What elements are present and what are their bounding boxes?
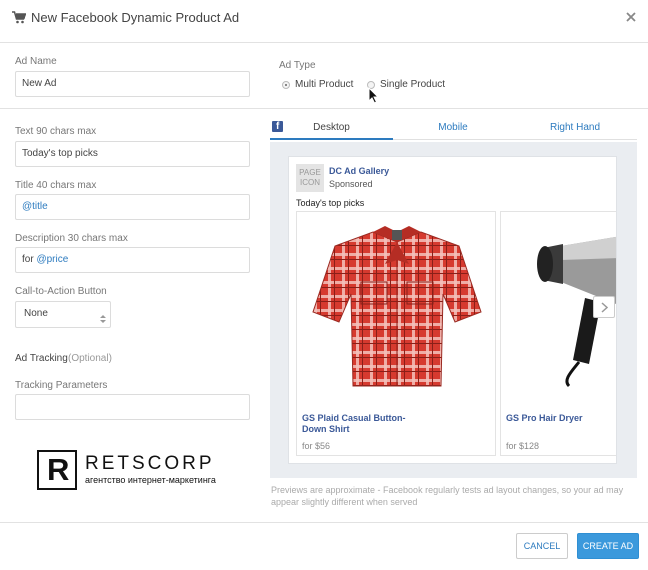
tab-mobile-label: Mobile [438, 122, 468, 133]
ad-tracking-heading: Ad Tracking [15, 353, 68, 364]
ad-name-input[interactable]: New Ad [15, 71, 250, 97]
description-input[interactable]: for @price [15, 247, 250, 273]
ad-tracking-optional: (Optional) [68, 353, 112, 364]
text-input[interactable]: Today's top picks [15, 141, 250, 167]
ad-type-label: Ad Type [279, 60, 316, 71]
product-card[interactable]: GS Plaid Casual Button-Down Shirt for $5… [296, 211, 496, 456]
description-label: Description 30 chars max [15, 233, 128, 244]
price-token: @price [36, 254, 69, 265]
retscorp-logo-mark: R [47, 452, 70, 487]
shopping-cart-icon [12, 11, 27, 27]
sponsored-label: Sponsored [329, 179, 373, 189]
page-name-link[interactable]: DC Ad Gallery [329, 166, 389, 176]
product-card[interactable]: GS Pro Hair Dryer for $128 [500, 211, 616, 456]
mouse-cursor-icon [368, 86, 380, 107]
modal-title: New Facebook Dynamic Product Ad [31, 10, 240, 25]
carousel-next-button[interactable] [593, 296, 615, 318]
text-label: Text 90 chars max [15, 126, 97, 137]
tracking-params-input[interactable] [15, 394, 250, 420]
page-icon-line-1: PAGE [299, 168, 321, 177]
cta-label: Call-to-Action Button [15, 286, 107, 297]
ad-name-label: Ad Name [15, 56, 57, 67]
multi-product-label[interactable]: Multi Product [295, 79, 353, 90]
retscorp-brand: RETSCORP [85, 453, 215, 474]
ad-text: Today's top picks [296, 198, 365, 208]
close-icon[interactable] [626, 12, 636, 25]
tab-desktop-label: Desktop [313, 122, 350, 133]
create-ad-button[interactable]: CREATE AD [577, 533, 639, 559]
create-ad-button-label: CREATE AD [582, 541, 634, 551]
cta-select[interactable]: None [15, 301, 111, 328]
cancel-button[interactable]: CANCEL [516, 533, 568, 559]
plaid-shirt-image [309, 220, 485, 393]
retscorp-logo: R [37, 450, 77, 490]
tab-right-hand-label: Right Hand [549, 122, 601, 133]
product-price: for $56 [302, 441, 331, 451]
preview-panel: PAGE ICON DC Ad Gallery Sponsored Today'… [270, 142, 637, 478]
retscorp-tagline: агентство интернет-маркетинга [85, 475, 216, 485]
single-product-label[interactable]: Single Product [380, 79, 445, 90]
tab-desktop[interactable]: Desktop [270, 118, 393, 140]
cancel-button-label: CANCEL [523, 541, 561, 551]
modal-header: New Facebook Dynamic Product Ad [0, 0, 648, 42]
preview-note: Previews are approximate - Facebook regu… [271, 485, 624, 507]
cta-select-value: None [24, 308, 48, 319]
tab-right-hand[interactable]: Right Hand [513, 118, 637, 140]
chevron-right-icon [601, 302, 609, 316]
product-title-link[interactable]: GS Plaid Casual Button-Down Shirt [302, 413, 422, 435]
page-icon-line-2: ICON [300, 178, 320, 187]
product-price: for $128 [506, 441, 540, 451]
title-input[interactable]: @title [15, 194, 250, 220]
ad-preview-card: PAGE ICON DC Ad Gallery Sponsored Today'… [288, 156, 617, 464]
page-icon: PAGE ICON [296, 164, 324, 192]
product-title-link[interactable]: GS Pro Hair Dryer [506, 413, 616, 424]
tab-mobile[interactable]: Mobile [393, 118, 513, 140]
title-label: Title 40 chars max [15, 180, 97, 191]
description-text: for [22, 254, 37, 265]
select-arrows-icon [100, 310, 106, 327]
multi-product-radio[interactable] [282, 81, 290, 89]
tracking-params-label: Tracking Parameters [15, 380, 108, 391]
